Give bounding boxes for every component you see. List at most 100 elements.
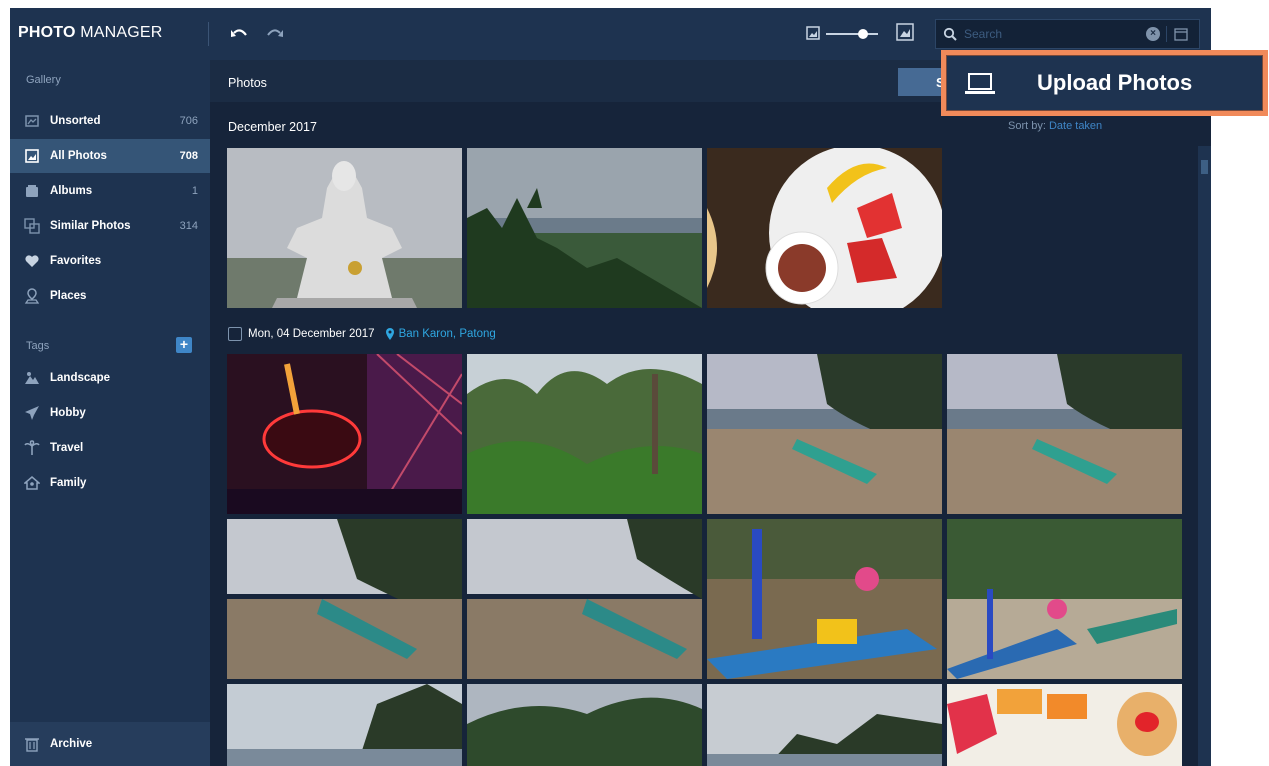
small-thumbnails-icon[interactable]: [806, 26, 820, 40]
heart-icon: [25, 255, 39, 267]
sidebar-item-count: 708: [179, 150, 198, 162]
sidebar-item-label: Places: [50, 290, 87, 302]
month-group-title: December 2017: [228, 120, 317, 134]
sidebar-item-unsorted[interactable]: Unsorted 706: [10, 104, 210, 138]
app-logo: PHOTO MANAGER: [18, 24, 163, 41]
undo-button[interactable]: [228, 22, 252, 46]
sidebar-item-similar-photos[interactable]: Similar Photos 314: [10, 209, 210, 243]
sidebar-item-albums[interactable]: Albums 1: [10, 174, 210, 208]
upload-photos-highlight: Upload Photos: [941, 50, 1268, 116]
sidebar-item-count: 1: [191, 185, 198, 197]
photo-beach-boat-2: [947, 354, 1182, 514]
page-title: Photos: [228, 76, 267, 90]
photo-coast-trees: [467, 684, 702, 766]
photo-thumbnail[interactable]: [947, 519, 1182, 679]
photo-hill-view: [467, 148, 702, 308]
gallery-section-title: Gallery: [26, 74, 61, 86]
add-tag-button[interactable]: +: [176, 337, 192, 353]
photo-thumbnail[interactable]: [947, 684, 1182, 766]
tag-item-landscape[interactable]: Landscape: [10, 361, 210, 395]
upload-photos-button[interactable]: Upload Photos: [946, 55, 1263, 111]
sidebar-item-label: Similar Photos: [50, 220, 131, 232]
photo-thumbnail[interactable]: [227, 148, 462, 308]
photo-buddha-statue: [227, 148, 462, 308]
tag-label: Family: [50, 477, 87, 489]
redo-icon: [267, 29, 283, 37]
photo-thumbnail[interactable]: [707, 148, 942, 308]
albums-icon: [26, 185, 38, 197]
photo-boat-shore-2: [467, 519, 702, 679]
photo-jungle: [467, 354, 702, 514]
photo-dessert-plate: [947, 684, 1182, 766]
photo-bay-view: [707, 684, 942, 766]
plane-icon: [25, 406, 39, 420]
sidebar-item-label: Favorites: [50, 255, 102, 267]
photo-thumbnail[interactable]: [227, 354, 462, 514]
photo-longtail-boats: [707, 519, 942, 679]
tag-label: Travel: [50, 442, 84, 454]
sidebar-item-all-photos[interactable]: All Photos 708: [10, 139, 210, 173]
location-pin-icon: [385, 327, 394, 340]
tag-item-family[interactable]: Family: [10, 466, 210, 500]
zoom-slider[interactable]: [826, 29, 878, 39]
tag-label: Landscape: [50, 372, 111, 384]
sidebar-item-favorites[interactable]: Favorites: [10, 244, 210, 278]
photos-panel: Photos S December 2017 Sort by: Date tak…: [210, 60, 1211, 766]
family-icon: [24, 476, 40, 490]
tags-section-title: Tags: [26, 340, 50, 352]
photo-hard-rock-night: [227, 354, 462, 514]
photo-thumbnail[interactable]: [467, 354, 702, 514]
sort-by-value[interactable]: Date taken: [1049, 120, 1102, 132]
map-pin-icon: [24, 288, 40, 304]
sort-by-control[interactable]: Sort by: Date taken: [1008, 120, 1102, 132]
undo-icon: [231, 29, 247, 37]
search-box[interactable]: ×: [935, 19, 1200, 49]
sidebar-item-count: 706: [179, 115, 198, 127]
search-divider: [1166, 26, 1167, 42]
tag-label: Hobby: [50, 407, 86, 419]
landscape-icon: [25, 372, 39, 384]
upload-photos-label: Upload Photos: [1037, 70, 1193, 95]
vertical-scrollbar[interactable]: [1198, 146, 1211, 766]
zoom-slider-handle[interactable]: [857, 29, 868, 39]
sidebar-item-label: Albums: [50, 185, 93, 197]
palm-tree-icon: [24, 440, 40, 455]
sidebar-item-archive[interactable]: Archive: [10, 722, 210, 766]
photo-thumbnail[interactable]: [707, 684, 942, 766]
photo-thumbnail[interactable]: [227, 684, 462, 766]
photo-manager-window: PHOTO MANAGER Search × Gallery Unsorted …: [10, 8, 1211, 766]
tag-item-travel[interactable]: Travel: [10, 431, 210, 465]
day-group-header: Mon, 04 December 2017 Ban Karon, Patong: [228, 326, 496, 342]
day-label: Mon, 04 December 2017: [248, 328, 375, 340]
photo-thumbnail[interactable]: [947, 354, 1182, 514]
trash-icon: [25, 738, 39, 752]
photo-boat-shore: [227, 519, 462, 679]
photo-thumbnail[interactable]: [707, 354, 942, 514]
sidebar-item-places[interactable]: Places: [10, 279, 210, 313]
photo-thumbnail[interactable]: [467, 148, 702, 308]
clear-search-icon[interactable]: ×: [1146, 27, 1160, 41]
photo-thumbnail[interactable]: [227, 519, 462, 679]
sidebar-item-label: Unsorted: [50, 115, 101, 127]
sidebar-item-count: 314: [179, 220, 198, 232]
photo-thumbnail[interactable]: [467, 519, 702, 679]
archive-label: Archive: [50, 738, 93, 750]
large-thumbnails-icon[interactable]: [896, 23, 914, 41]
photo-thumbnail[interactable]: [707, 519, 942, 679]
photo-beach-boat: [707, 354, 942, 514]
photo-thumbnail[interactable]: [467, 684, 702, 766]
tag-item-hobby[interactable]: Hobby: [10, 396, 210, 430]
redo-button[interactable]: [262, 22, 286, 46]
sidebar: Gallery Unsorted 706 All Photos 708 Albu…: [10, 60, 210, 766]
photo-longtail-boats-2: [947, 519, 1182, 679]
all-photos-icon: [25, 149, 39, 163]
scrollbar-thumb[interactable]: [1201, 160, 1208, 174]
toolbar-divider: [208, 22, 209, 46]
similar-photos-icon: [24, 218, 40, 234]
search-input[interactable]: [964, 24, 1144, 44]
select-day-checkbox[interactable]: [228, 327, 242, 341]
calendar-icon[interactable]: [1174, 27, 1188, 41]
location-link[interactable]: Ban Karon, Patong: [399, 328, 496, 340]
unsorted-icon: [25, 115, 39, 127]
sidebar-item-label: All Photos: [50, 150, 107, 162]
